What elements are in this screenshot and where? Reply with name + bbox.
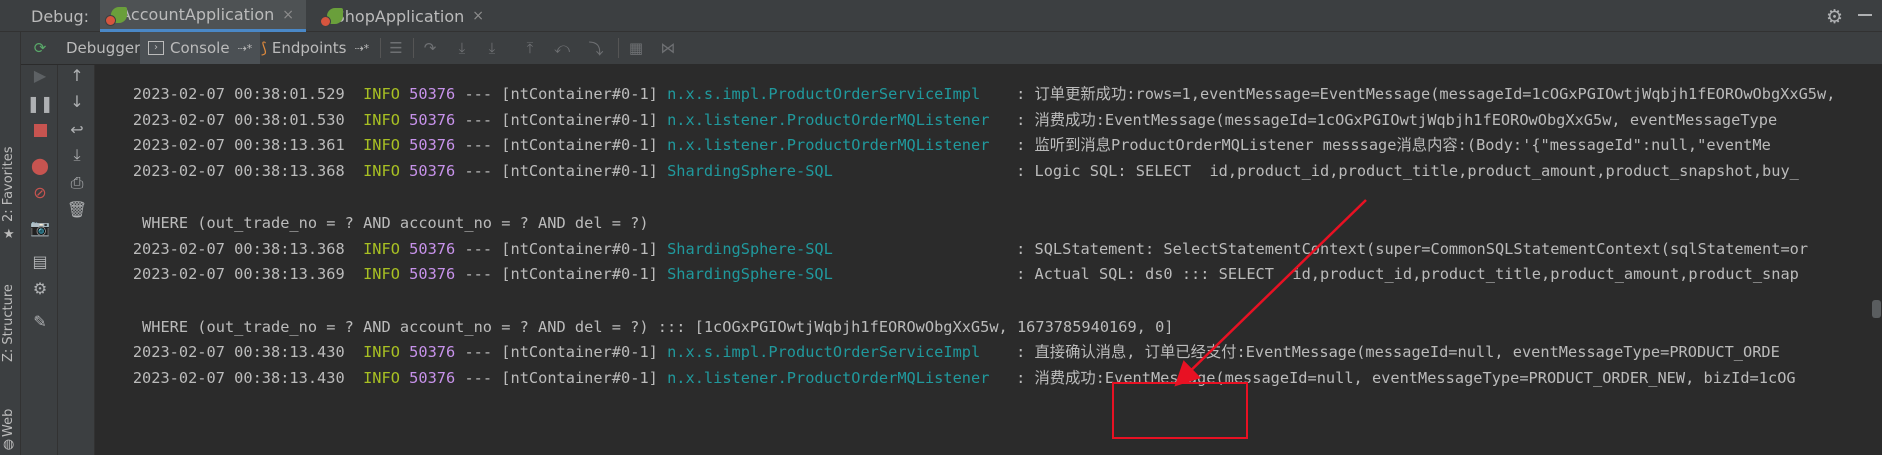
annotation-arrow <box>1174 199 1367 387</box>
console-scrollbar[interactable] <box>1870 65 1882 455</box>
scrollbar-thumb[interactable] <box>1872 300 1881 318</box>
